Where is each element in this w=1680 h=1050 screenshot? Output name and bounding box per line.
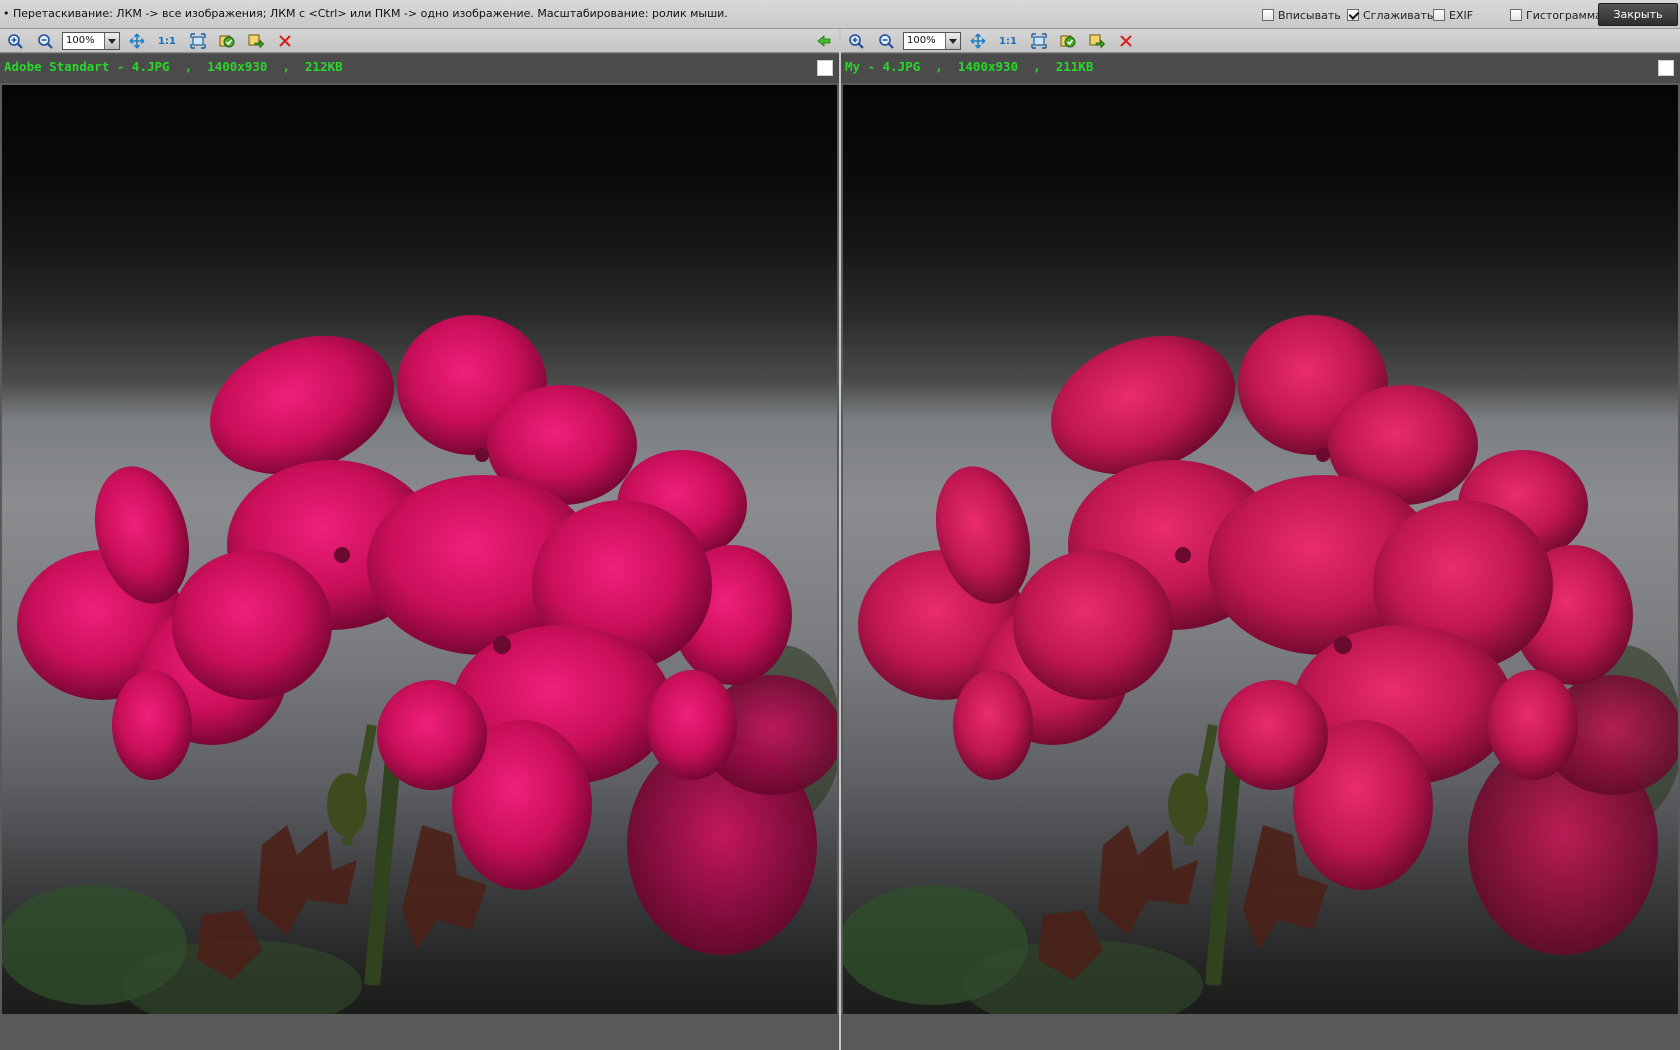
left-image-info-bar: Adobe Standart - 4.JPG , 1400x930 , 212K… (0, 54, 839, 83)
option-smooth-label: Сглаживать (1363, 8, 1434, 22)
zoom-level-select[interactable]: 100% (62, 32, 120, 50)
zoom-out-icon[interactable] (36, 33, 54, 49)
left-image-pane: 100% 1:1 Adobe Standart - 4.JPG , 1400x9… (0, 29, 839, 1050)
right-select-box[interactable] (1658, 60, 1674, 76)
option-fit[interactable]: Вписывать (1262, 8, 1341, 22)
geranium-photo (2, 315, 837, 1014)
right-image-info: My - 4.JPG , 1400x930 , 211KB (845, 59, 1094, 74)
checkbox-histogram[interactable] (1510, 9, 1522, 21)
right-image-pane: 100% 1:1 My - 4.JPG , 1400x930 , 211KB (841, 29, 1680, 1050)
copy-image-icon[interactable] (218, 33, 236, 49)
save-image-icon[interactable] (1088, 33, 1106, 49)
close-x-icon[interactable] (276, 33, 294, 49)
checkbox-exif[interactable] (1433, 9, 1445, 21)
left-pane-toolbar: 100% 1:1 (0, 29, 839, 53)
zoom-level-select[interactable]: 100% (903, 32, 961, 50)
top-bar: • Перетаскивание: ЛКМ -> все изображения… (0, 0, 1680, 29)
right-image-info-bar: My - 4.JPG , 1400x930 , 211KB (841, 54, 1680, 83)
left-image-view[interactable] (2, 85, 837, 1014)
chevron-down-icon[interactable] (945, 33, 960, 49)
close-button[interactable]: Закрыть (1598, 3, 1678, 26)
option-exif-label: EXIF (1449, 8, 1474, 22)
fullscreen-icon[interactable] (189, 33, 207, 49)
option-fit-label: Вписывать (1278, 8, 1341, 22)
actual-size-icon[interactable]: 1:1 (998, 33, 1018, 49)
right-image-view[interactable] (843, 85, 1678, 1014)
copy-image-icon[interactable] (1059, 33, 1077, 49)
actual-size-icon[interactable]: 1:1 (157, 33, 177, 49)
right-pane-toolbar: 100% 1:1 (841, 29, 1680, 53)
fit-icon[interactable] (969, 33, 987, 49)
zoom-level-value: 100% (66, 35, 95, 46)
left-pane-statusbar (0, 1014, 839, 1050)
option-histogram-label: Гистограмма (1526, 8, 1602, 22)
fit-icon[interactable] (128, 33, 146, 49)
checkbox-smooth[interactable] (1347, 9, 1359, 21)
option-exif[interactable]: EXIF (1433, 8, 1473, 22)
checkbox-fit[interactable] (1262, 9, 1274, 21)
zoom-out-icon[interactable] (877, 33, 895, 49)
zoom-level-value: 100% (907, 35, 936, 46)
right-pane-statusbar (841, 1014, 1680, 1050)
zoom-in-icon[interactable] (6, 33, 24, 49)
close-x-icon[interactable] (1117, 33, 1135, 49)
sync-arrow-icon[interactable] (815, 33, 833, 49)
zoom-in-icon[interactable] (847, 33, 865, 49)
chevron-down-icon[interactable] (104, 33, 119, 49)
option-smooth[interactable]: Сглаживать (1347, 8, 1433, 22)
left-select-box[interactable] (817, 60, 833, 76)
left-image-info: Adobe Standart - 4.JPG , 1400x930 , 212K… (4, 59, 343, 74)
usage-hint: • Перетаскивание: ЛКМ -> все изображения… (3, 7, 728, 20)
save-image-icon[interactable] (247, 33, 265, 49)
fullscreen-icon[interactable] (1030, 33, 1048, 49)
geranium-photo (843, 315, 1678, 1014)
option-histogram[interactable]: Гистограмма (1510, 8, 1602, 22)
